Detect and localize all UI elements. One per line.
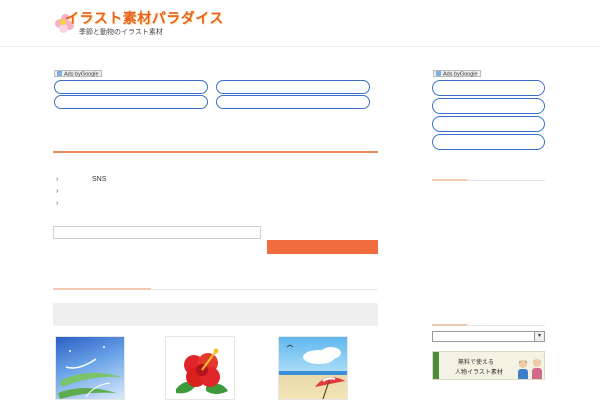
person-icon xyxy=(532,359,542,379)
site-header: イラスト素材パラダイス 季節と動物のイラスト素材 xyxy=(0,0,600,47)
ads-by-google-label[interactable]: Ads byGoogle xyxy=(433,70,481,78)
site-logo[interactable]: イラスト素材パラダイス 季節と動物のイラスト素材 xyxy=(55,8,223,40)
search-button[interactable] xyxy=(267,240,378,254)
chevron-right-icon: › xyxy=(56,188,59,195)
list-item[interactable]: › SNS xyxy=(56,175,106,185)
ads-by-google-label[interactable]: Ads byGoogle xyxy=(54,70,102,78)
side-ad-link-3[interactable] xyxy=(432,116,545,132)
person-icon xyxy=(518,360,528,379)
beach-umbrella-icon xyxy=(279,344,347,399)
ad-info-icon xyxy=(57,71,62,76)
thumbnail-bamboo[interactable] xyxy=(55,336,125,400)
ad-info-icon xyxy=(436,71,441,76)
ad-link-4[interactable] xyxy=(216,95,370,109)
sidebar-divider-accent xyxy=(432,179,467,181)
sidebar-divider-accent xyxy=(432,324,467,326)
hibiscus-flower-icon xyxy=(176,348,228,394)
chevron-right-icon: › xyxy=(56,176,59,183)
side-ad-link-1[interactable] xyxy=(432,80,545,96)
banner-accent-bar xyxy=(433,352,439,379)
search-input[interactable] xyxy=(53,226,261,239)
people-illustration-banner[interactable]: 無料で使える 人物イラスト素材 xyxy=(432,351,545,380)
bamboo-leaves-icon xyxy=(58,346,122,399)
section-divider-accent xyxy=(53,288,151,290)
chevron-right-icon: › xyxy=(56,200,59,207)
side-ad-link-4[interactable] xyxy=(432,134,545,150)
section-heading-box xyxy=(53,303,378,326)
side-ad-link-2[interactable] xyxy=(432,98,545,114)
section-divider xyxy=(53,151,378,153)
site-title: イラスト素材パラダイス xyxy=(65,10,224,26)
thumbnail-beach[interactable] xyxy=(278,336,348,400)
list-item[interactable]: › xyxy=(56,187,92,197)
chevron-down-icon: ▾ xyxy=(534,332,544,341)
ad-link-1[interactable] xyxy=(54,80,208,94)
archive-select[interactable]: ▾ xyxy=(432,331,545,342)
banner-line-2: 人物イラスト素材 xyxy=(455,370,503,376)
list-item-label: SNS xyxy=(92,176,107,183)
ad-link-3[interactable] xyxy=(54,95,208,109)
banner-line-1: 無料で使える xyxy=(458,360,494,366)
thumbnail-hibiscus[interactable] xyxy=(165,336,235,400)
site-subtitle: 季節と動物のイラスト素材 xyxy=(79,29,163,36)
list-item[interactable]: › xyxy=(56,199,92,209)
ad-link-2[interactable] xyxy=(216,80,370,94)
